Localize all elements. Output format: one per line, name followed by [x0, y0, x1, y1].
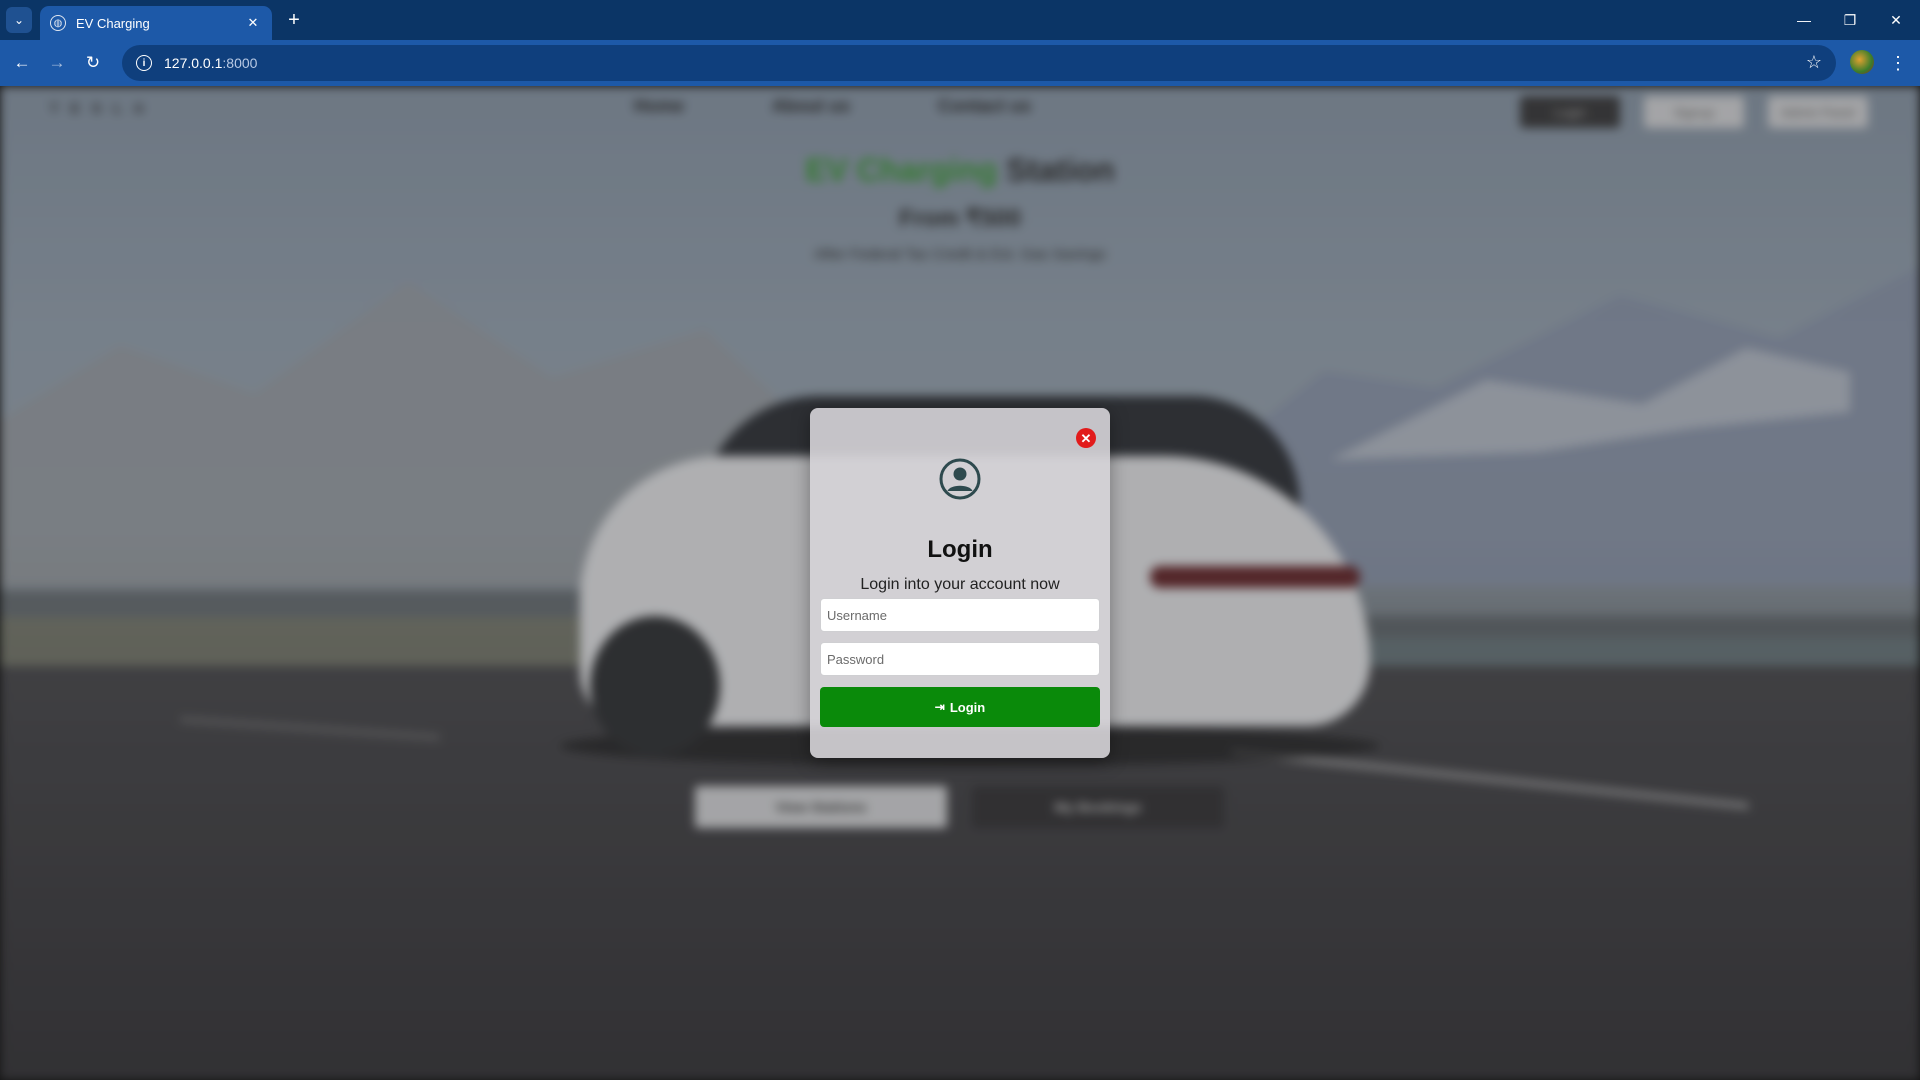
window-close-button[interactable]: ✕	[1876, 6, 1916, 34]
login-title: Login	[927, 536, 993, 563]
minimize-button[interactable]: —	[1784, 6, 1824, 34]
tab-title: EV Charging	[76, 15, 150, 31]
address-bar[interactable]: i 127.0.0.1:8000 ☆	[122, 45, 1836, 81]
sign-in-icon: ⇥	[934, 700, 945, 714]
login-modal: ✕ Login Login into your account now ⇥ Lo…	[810, 408, 1110, 758]
new-tab-button[interactable]: +	[282, 8, 306, 32]
tab-search-button[interactable]: ⌄	[6, 7, 32, 33]
reload-button[interactable]: ↻	[79, 49, 107, 77]
forward-button[interactable]: →	[43, 49, 71, 77]
site-info-icon[interactable]: i	[136, 55, 152, 71]
login-subtitle: Login into your account now	[860, 576, 1060, 593]
tab-close-icon[interactable]: ✕	[244, 14, 262, 32]
login-button-label: Login	[949, 699, 986, 715]
back-button[interactable]: ←	[8, 49, 36, 77]
profile-avatar[interactable]	[1850, 50, 1874, 74]
password-input[interactable]	[820, 642, 1100, 676]
browser-menu-icon[interactable]: ⋮	[1884, 49, 1912, 77]
restore-button[interactable]: ❐	[1830, 6, 1870, 34]
browser-tab[interactable]: ◍ EV Charging ✕	[40, 6, 272, 40]
browser-chrome: ⌄ ◍ EV Charging ✕ + — ❐ ✕ ← → ↻ i 127.0.…	[0, 0, 1920, 86]
username-input[interactable]	[820, 598, 1100, 632]
url-port: :8000	[222, 55, 258, 71]
globe-icon: ◍	[50, 15, 66, 31]
url-host: 127.0.0.1	[164, 55, 223, 71]
bookmark-star-icon[interactable]: ☆	[1806, 52, 1822, 73]
close-icon[interactable]: ✕	[1076, 428, 1096, 448]
browser-toolbar: ← → ↻ i 127.0.0.1:8000 ☆ ⋮	[0, 40, 1920, 86]
page-viewport: TESLA Home About us Contact us Login Sig…	[0, 86, 1920, 1080]
tab-strip: ⌄ ◍ EV Charging ✕ + — ❐ ✕	[0, 0, 1920, 40]
login-button[interactable]: ⇥ Login	[820, 687, 1100, 727]
user-circle-icon	[939, 458, 981, 500]
